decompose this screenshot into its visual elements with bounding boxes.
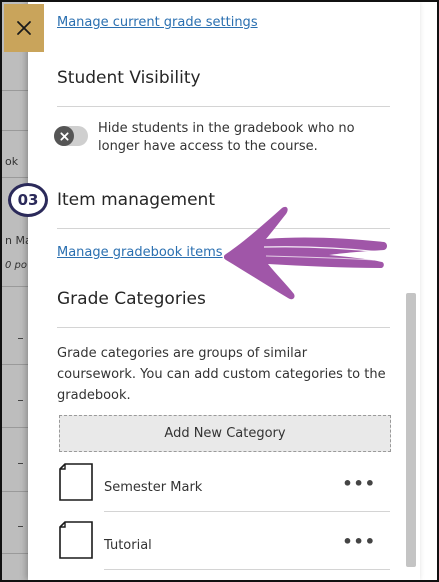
section-divider (57, 106, 390, 107)
background-divider (2, 491, 28, 492)
close-icon (17, 21, 31, 35)
background-page: ok n Ma 0 po (2, 2, 32, 580)
step-badge: 03 (8, 183, 48, 217)
category-label: Tutorial (104, 538, 152, 553)
background-divider (2, 90, 28, 91)
student-visibility-heading: Student Visibility (57, 68, 201, 88)
hide-students-label: Hide students in the gradebook who no lo… (98, 121, 355, 154)
background-divider (2, 427, 28, 428)
more-options-button[interactable]: ••• (342, 474, 376, 493)
background-dash (18, 526, 23, 527)
grade-categories-heading: Grade Categories (57, 289, 206, 309)
background-divider (2, 286, 28, 287)
background-divider (2, 177, 28, 178)
category-row[interactable]: Tutorial ••• (59, 521, 390, 579)
background-divider (2, 130, 28, 131)
row-divider (104, 511, 390, 512)
manage-gradebook-items-link[interactable]: Manage gradebook items (57, 245, 223, 260)
x-icon (59, 131, 69, 141)
screenshot-frame: ok n Ma 0 po 03 Manage current grade set… (0, 0, 439, 582)
manage-grade-settings-link[interactable]: Manage current grade settings (57, 15, 258, 30)
annotation-arrow-icon (224, 206, 387, 300)
more-options-button[interactable]: ••• (342, 532, 376, 551)
category-label: Semester Mark (104, 480, 203, 495)
category-document-icon (59, 463, 93, 501)
background-divider (2, 553, 28, 554)
background-text: 0 po (5, 260, 28, 271)
category-document-icon (59, 521, 93, 559)
background-dash (18, 338, 23, 339)
toggle-knob (54, 126, 74, 146)
background-divider (2, 364, 28, 365)
background-text: ok (5, 155, 19, 168)
add-new-category-button[interactable]: Add New Category (59, 415, 391, 452)
background-dash (18, 463, 23, 464)
section-divider (57, 327, 390, 328)
grade-categories-description: Grade categories are groups of similar c… (57, 346, 386, 403)
background-dash (18, 400, 23, 401)
hide-students-toggle[interactable] (54, 126, 88, 146)
panel-scrollbar[interactable] (406, 293, 416, 567)
close-button[interactable] (4, 4, 44, 52)
category-row[interactable]: Semester Mark ••• (59, 463, 390, 521)
item-management-heading: Item management (57, 190, 215, 210)
row-divider (104, 569, 390, 570)
